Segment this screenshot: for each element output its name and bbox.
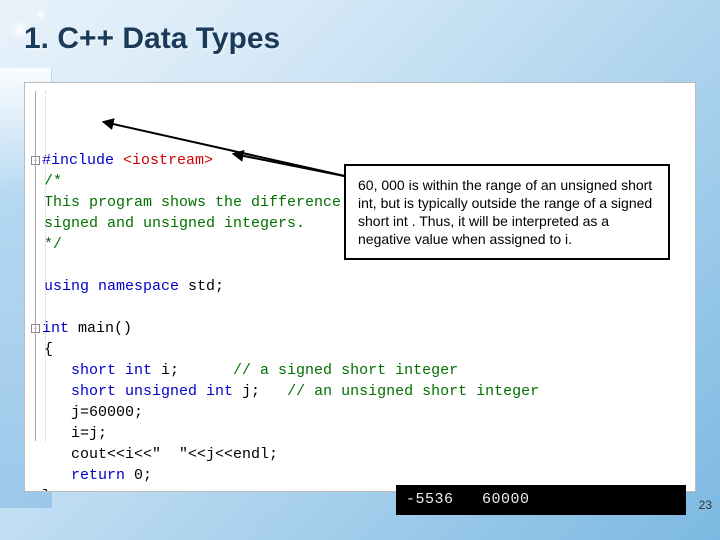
code-decl2-comment: // an unsigned short integer bbox=[287, 383, 539, 400]
code-int-kw: int bbox=[42, 320, 69, 337]
code-area: -#include <iostream> /* This program sho… bbox=[24, 82, 696, 492]
code-decl1-comment: // a signed short integer bbox=[233, 362, 458, 379]
code-include-directive: #include bbox=[42, 152, 114, 169]
console-output: -5536 60000 bbox=[396, 485, 686, 515]
code-main-rest: main() bbox=[69, 320, 132, 337]
code-decl1-kw: short int bbox=[71, 362, 152, 379]
code-using-kw: using namespace bbox=[44, 278, 179, 295]
annotation-text: 60, 000 is within the range of an unsign… bbox=[358, 177, 652, 247]
code-include-lib: <iostream> bbox=[123, 152, 213, 169]
code-decl2-rest: j; bbox=[233, 383, 287, 400]
code-stmt2: i=j; bbox=[71, 425, 107, 442]
code-comment-1: /* bbox=[44, 173, 62, 190]
code-comment-4: */ bbox=[44, 236, 62, 253]
page-number: 23 bbox=[699, 498, 712, 512]
code-comment-3: signed and unsigned integers. bbox=[44, 215, 305, 232]
code-brace-close: } bbox=[42, 488, 51, 492]
code-decl1-rest: i; bbox=[152, 362, 233, 379]
code-decl2-kw: short unsigned int bbox=[71, 383, 233, 400]
code-return-kw: return bbox=[71, 467, 125, 484]
code-stmt1: j=60000; bbox=[71, 404, 143, 421]
page-title: 1. C++ Data Types bbox=[24, 22, 280, 56]
annotation-box: 60, 000 is within the range of an unsign… bbox=[344, 164, 670, 260]
code-return-rest: 0; bbox=[125, 467, 152, 484]
code-using-rest: std; bbox=[179, 278, 224, 295]
code-stmt3: cout<<i<<" "<<j<<endl; bbox=[71, 446, 278, 463]
